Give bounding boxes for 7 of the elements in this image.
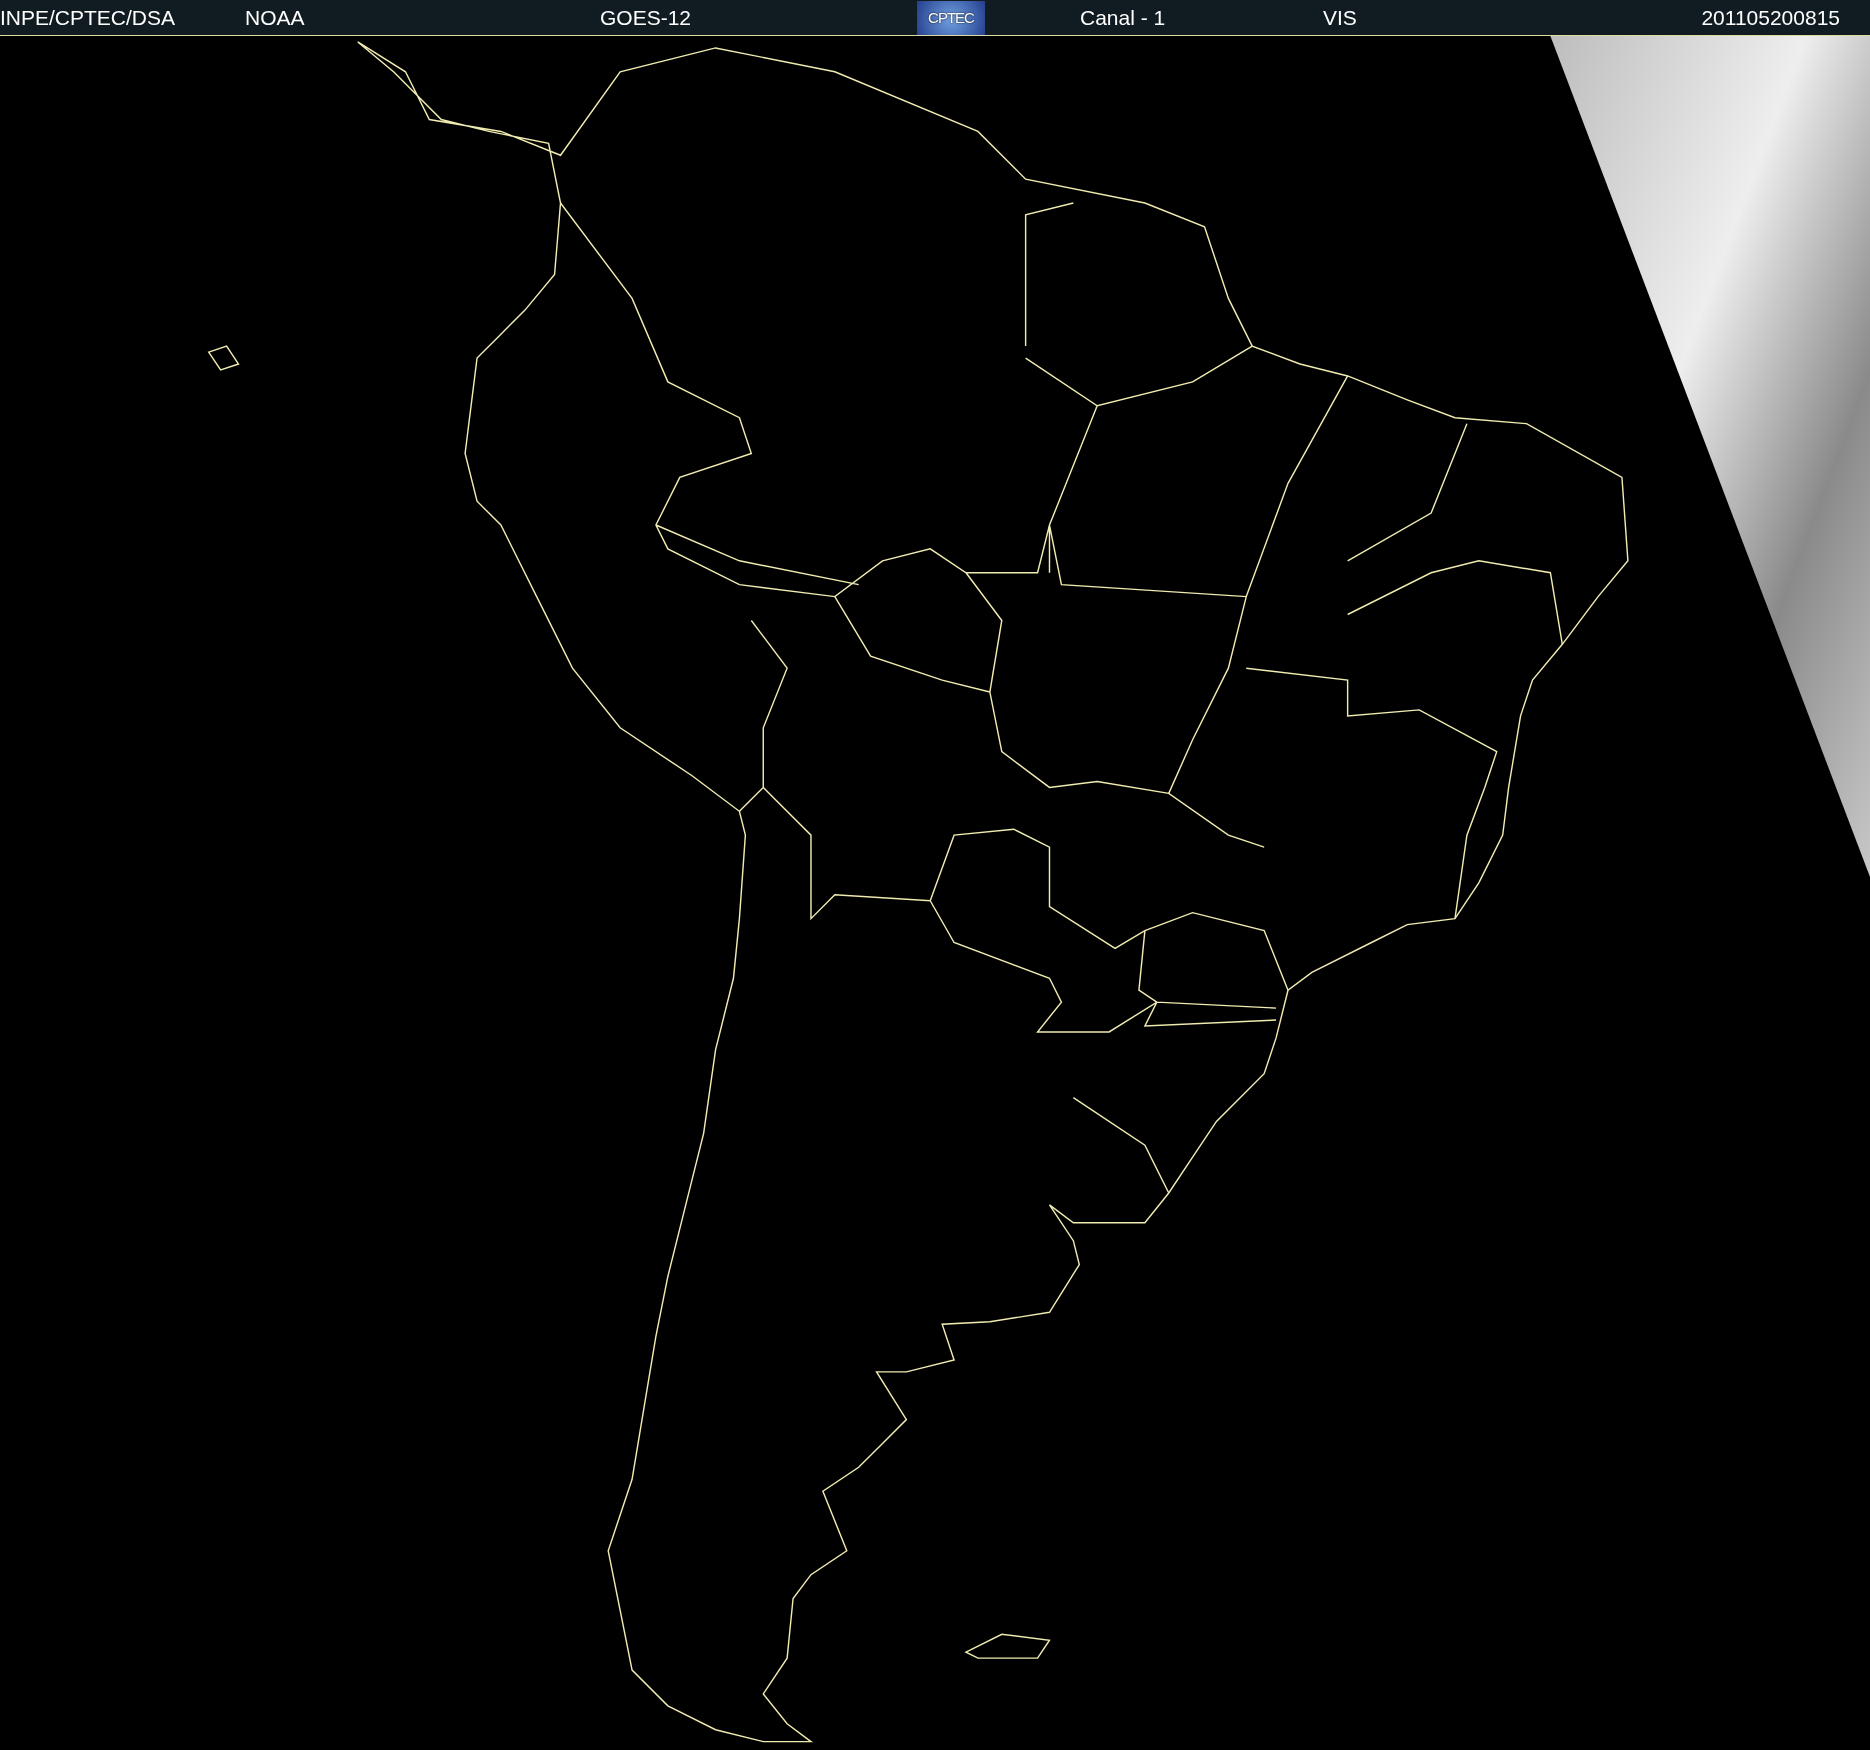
header-label: NOAA (245, 5, 305, 30)
header-label: VIS (1323, 5, 1357, 30)
logo: CPTEC (917, 0, 985, 35)
header-label: INPE/CPTEC/DSA (0, 5, 176, 30)
header-label: 201105200815 (1701, 5, 1840, 30)
header-label: Canal - 1 (1080, 5, 1166, 30)
header-label: GOES-12 (600, 5, 692, 30)
